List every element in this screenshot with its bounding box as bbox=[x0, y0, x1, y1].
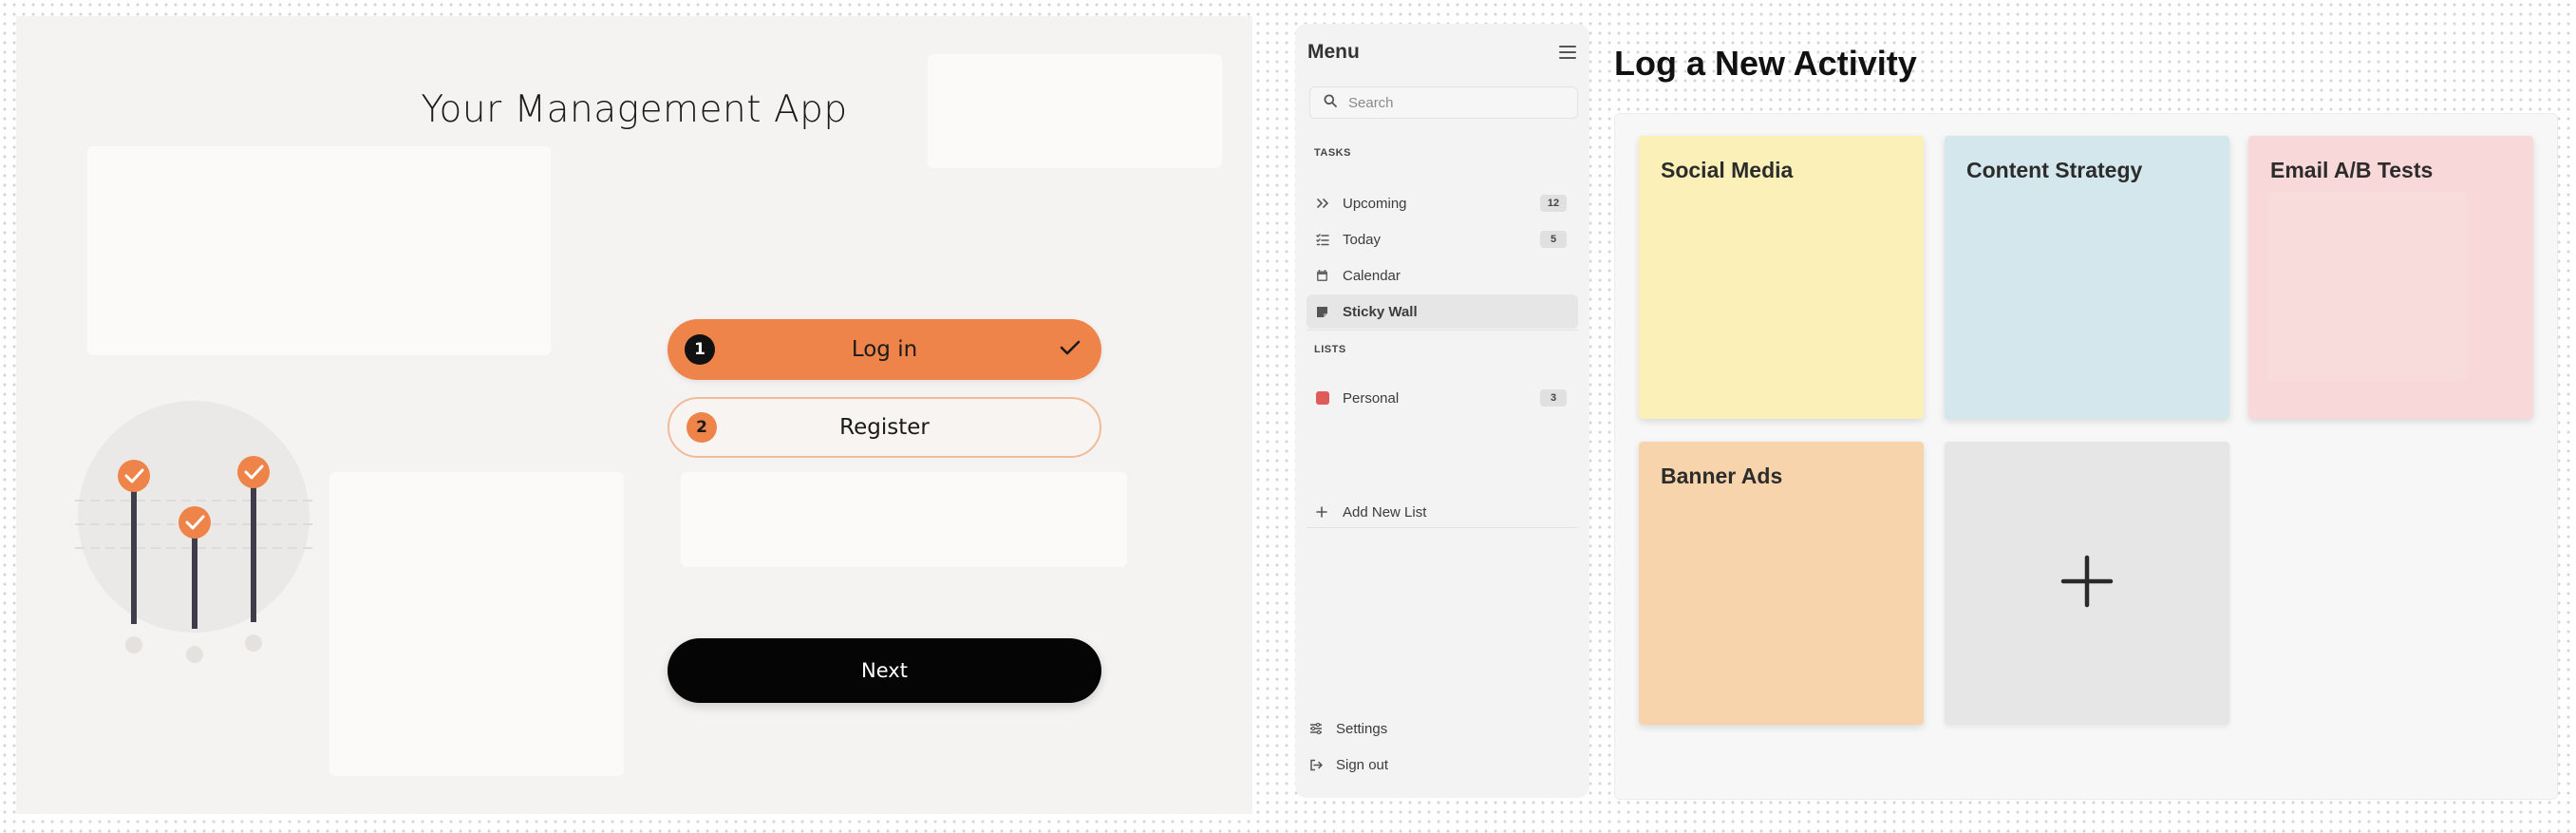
search-input[interactable] bbox=[1348, 94, 1567, 111]
faded-backdrop bbox=[87, 146, 551, 355]
add-note-button[interactable] bbox=[1945, 442, 2229, 725]
lists-section-heading: LISTS bbox=[1314, 344, 1346, 355]
search-field[interactable] bbox=[1309, 86, 1578, 119]
sidebar-item-label: Upcoming bbox=[1343, 195, 1407, 212]
sidebar-item-sticky-wall[interactable]: Sticky Wall bbox=[1307, 294, 1578, 329]
sign-out-icon bbox=[1309, 759, 1336, 771]
list-color-swatch bbox=[1316, 391, 1329, 405]
sign-out-button[interactable]: Sign out bbox=[1300, 748, 1571, 782]
hamburger-menu-icon[interactable] bbox=[1559, 45, 1576, 65]
count-badge: 5 bbox=[1540, 231, 1567, 248]
sticky-note-email-ab-tests[interactable]: Email A/B Tests bbox=[2248, 136, 2533, 419]
login-step-button[interactable]: 1 Log in bbox=[668, 319, 1101, 380]
note-title: Email A/B Tests bbox=[2270, 158, 2434, 182]
divider bbox=[1307, 330, 1578, 331]
sidebar-item-upcoming[interactable]: Upcoming 12 bbox=[1307, 186, 1578, 220]
register-step-button[interactable]: 2 Register bbox=[668, 397, 1101, 458]
canvas: Your Management App 1 Log in 2 Register … bbox=[0, 0, 2576, 833]
sidebar-item-label: Personal bbox=[1343, 389, 1400, 407]
checklist-icon bbox=[1316, 233, 1343, 246]
sign-out-label: Sign out bbox=[1336, 756, 1389, 773]
sidebar-item-personal[interactable]: Personal 3 bbox=[1307, 381, 1578, 415]
tasks-section-heading: TASKS bbox=[1314, 147, 1351, 159]
sticky-note-icon bbox=[1316, 306, 1343, 318]
register-label: Register bbox=[839, 415, 930, 440]
app-title: Your Management App bbox=[421, 88, 848, 131]
faded-backdrop bbox=[681, 472, 1127, 567]
settings-sliders-icon bbox=[1309, 723, 1336, 734]
login-panel: Your Management App 1 Log in 2 Register … bbox=[16, 16, 1252, 814]
sidebar-title: Menu bbox=[1307, 41, 1360, 63]
sidebar-item-label: Today bbox=[1343, 231, 1382, 248]
sidebar-item-today[interactable]: Today 5 bbox=[1307, 222, 1578, 256]
search-icon bbox=[1324, 94, 1337, 112]
count-badge: 3 bbox=[1540, 389, 1567, 407]
count-badge: 12 bbox=[1540, 195, 1567, 212]
divider bbox=[1307, 527, 1578, 528]
settings-button[interactable]: Settings bbox=[1300, 711, 1571, 746]
sidebar: Menu TASKS Upcoming 12 Today 5 bbox=[1295, 24, 1589, 798]
sidebar-item-label: Sticky Wall bbox=[1343, 303, 1418, 320]
note-title: Banner Ads bbox=[1661, 464, 1783, 488]
step-number-badge: 1 bbox=[685, 334, 715, 365]
add-new-list-label: Add New List bbox=[1343, 503, 1427, 521]
step-number-badge: 2 bbox=[686, 412, 717, 443]
note-title: Content Strategy bbox=[1966, 158, 2143, 182]
double-chevron-right-icon bbox=[1316, 198, 1343, 209]
sidebar-item-calendar[interactable]: Calendar bbox=[1307, 258, 1578, 293]
sidebar-item-label: Calendar bbox=[1343, 267, 1401, 284]
sticky-note-banner-ads[interactable]: Banner Ads bbox=[1639, 442, 1924, 725]
sticky-note-content-strategy[interactable]: Content Strategy bbox=[1945, 136, 2229, 419]
settings-label: Settings bbox=[1336, 720, 1388, 737]
sticky-wall-board: Social Media Content Strategy Email A/B … bbox=[1614, 113, 2558, 800]
next-button[interactable]: Next bbox=[668, 638, 1101, 703]
calendar-icon bbox=[1316, 269, 1343, 282]
note-title: Social Media bbox=[1661, 158, 1794, 182]
checkmark-icon bbox=[1060, 337, 1081, 362]
task-progress-illustration bbox=[75, 401, 312, 663]
add-new-list-button[interactable]: Add New List bbox=[1307, 495, 1578, 529]
note-inner-card bbox=[2267, 191, 2467, 381]
login-label: Log in bbox=[851, 337, 918, 362]
page-title: Log a New Activity bbox=[1614, 44, 1917, 83]
faded-backdrop bbox=[329, 472, 624, 776]
plus-icon bbox=[2060, 555, 2114, 613]
plus-icon bbox=[1316, 506, 1343, 518]
sticky-note-social-media[interactable]: Social Media bbox=[1639, 136, 1924, 419]
